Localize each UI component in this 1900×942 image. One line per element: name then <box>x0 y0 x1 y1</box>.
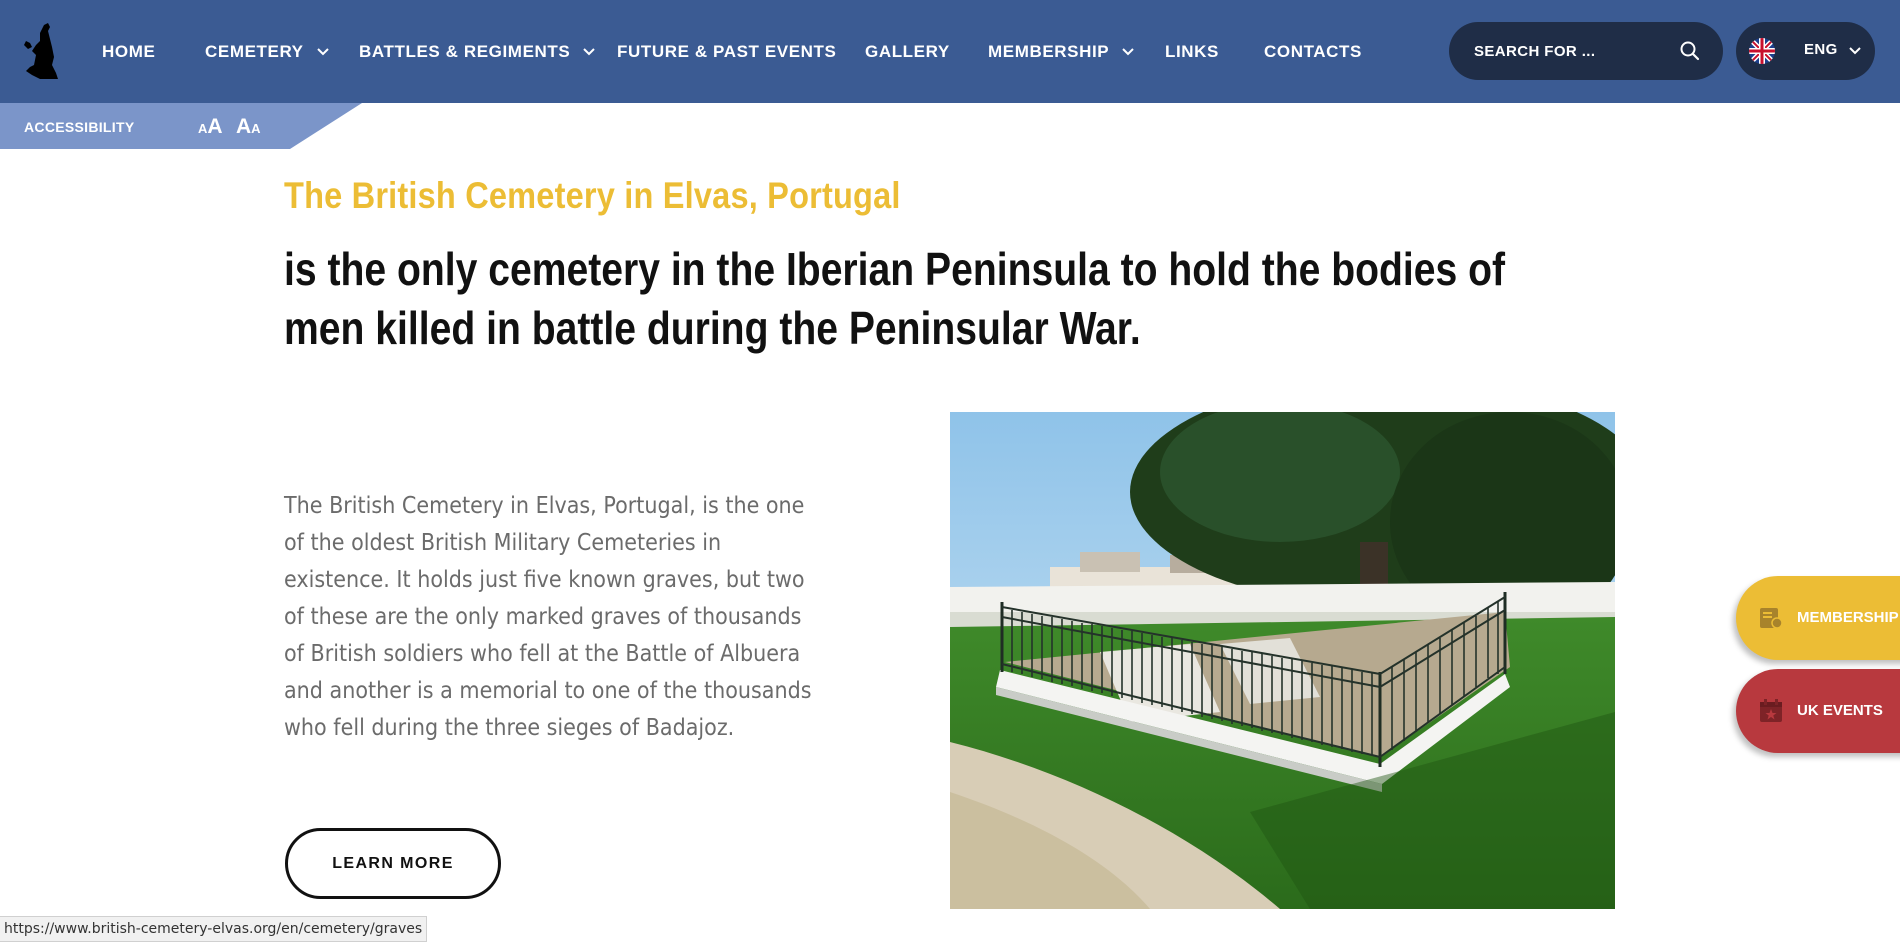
nav-cemetery[interactable]: CEMETERY <box>205 0 330 103</box>
floating-membership-label: MEMBERSHIP <box>1797 609 1899 626</box>
chevron-down-icon <box>1849 47 1861 55</box>
floating-uk-events-label: UK EVENTS <box>1797 702 1883 719</box>
cemetery-photo <box>950 412 1615 909</box>
intro-paragraph: The British Cemetery in Elvas, Portugal,… <box>284 493 812 741</box>
nav-battles-regiments-label: BATTLES & REGIMENTS <box>359 41 571 61</box>
nav-gallery[interactable]: GALLERY <box>865 0 950 103</box>
nav-links-label: LINKS <box>1165 41 1219 61</box>
search-placeholder: SEARCH FOR ... <box>1474 42 1596 60</box>
nav-home-label: HOME <box>102 41 156 61</box>
language-label: ENG <box>1804 41 1838 58</box>
calendar-icon <box>1760 699 1782 722</box>
membership-card-icon <box>1760 608 1783 629</box>
nav-battles-regiments[interactable]: BATTLES & REGIMENTS <box>359 0 596 103</box>
nav-gallery-label: GALLERY <box>865 41 950 61</box>
status-bar-url: https://www.british-cemetery-elvas.org/e… <box>0 916 428 942</box>
nav-events-label: FUTURE & PAST EVENTS <box>617 41 837 61</box>
accessibility-bar: ACCESSIBILITY AA AA <box>0 103 365 149</box>
increase-font-button[interactable]: AA <box>198 115 223 139</box>
increase-font-small-letter: A <box>198 121 208 136</box>
nav-membership-label: MEMBERSHIP <box>988 41 1110 61</box>
floating-uk-events-button[interactable]: UK EVENTS <box>1736 669 1900 753</box>
increase-font-large-letter: A <box>207 115 223 138</box>
learn-more-button[interactable]: LEARN MORE <box>285 828 501 899</box>
nav-cemetery-label: CEMETERY <box>205 41 304 61</box>
nav-contacts-label: CONTACTS <box>1264 41 1362 61</box>
language-selector[interactable]: ENG <box>1736 22 1875 80</box>
floating-membership-button[interactable]: MEMBERSHIP <box>1736 576 1900 660</box>
search-icon[interactable] <box>1679 40 1701 62</box>
uk-flag-icon <box>1749 38 1775 64</box>
nav-events[interactable]: FUTURE & PAST EVENTS <box>617 0 836 103</box>
page: HOME CEMETERY BATTLES & REGIMENTS FUTURE… <box>0 0 1900 942</box>
main-navigation: HOME CEMETERY BATTLES & REGIMENTS FUTURE… <box>0 0 1420 103</box>
section-subtitle: The British Cemetery in Elvas, Portugal <box>284 175 901 216</box>
nav-home[interactable]: HOME <box>102 0 155 103</box>
site-header: HOME CEMETERY BATTLES & REGIMENTS FUTURE… <box>0 0 1900 103</box>
chevron-down-icon <box>583 47 596 55</box>
nav-links[interactable]: LINKS <box>1165 0 1219 103</box>
chevron-down-icon <box>316 47 329 55</box>
search-input[interactable]: SEARCH FOR ... <box>1449 22 1723 80</box>
section-headline: is the only cemetery in the Iberian Peni… <box>284 243 1505 354</box>
nav-contacts[interactable]: CONTACTS <box>1264 0 1362 103</box>
chevron-down-icon <box>1122 47 1134 55</box>
decrease-font-small-letter: A <box>251 121 261 136</box>
decrease-font-large-letter: A <box>236 115 252 138</box>
accessibility-label: ACCESSIBILITY <box>24 119 135 135</box>
decrease-font-button[interactable]: AA <box>236 115 261 139</box>
nav-membership[interactable]: MEMBERSHIP <box>988 0 1135 103</box>
